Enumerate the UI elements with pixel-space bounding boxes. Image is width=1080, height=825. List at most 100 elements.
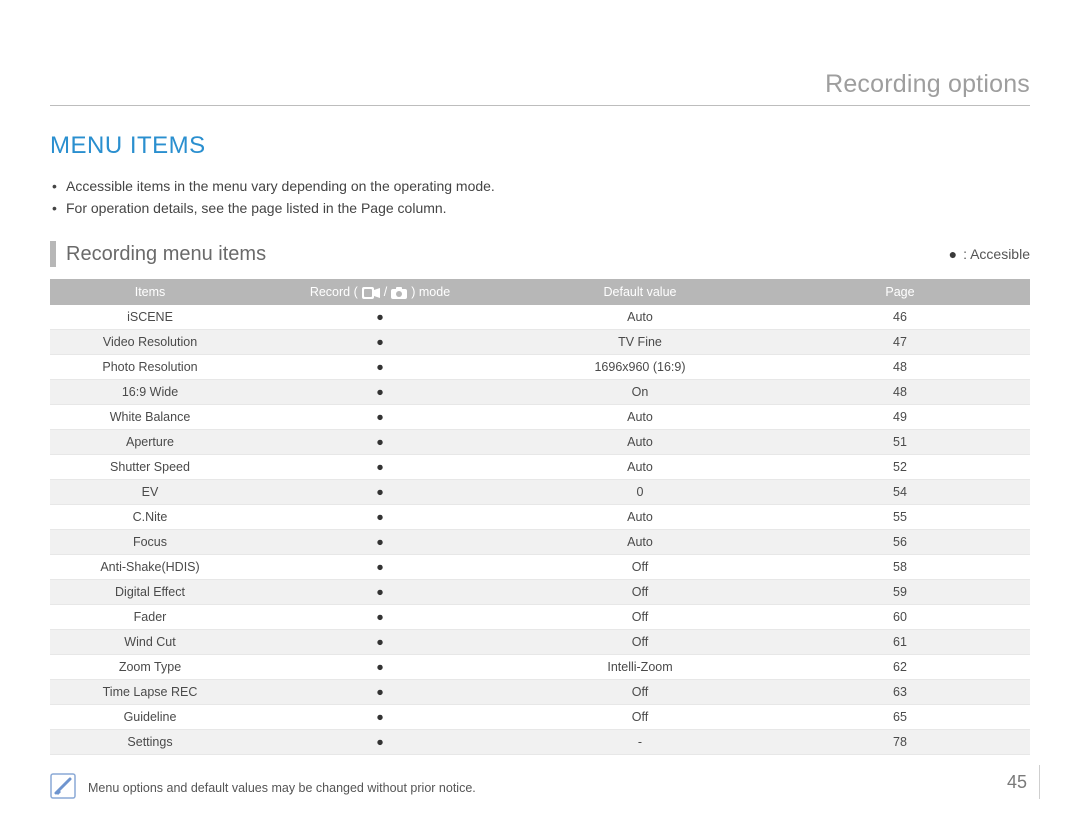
cell-mode: ● [250, 330, 510, 355]
legend-label: : Accesible [963, 246, 1030, 262]
cell-mode: ● [250, 480, 510, 505]
cell-default: TV Fine [510, 330, 770, 355]
cell-default: 1696x960 (16:9) [510, 355, 770, 380]
table-row: Settings●-78 [50, 730, 1030, 755]
cell-item: Zoom Type [50, 655, 250, 680]
cell-default: Auto [510, 305, 770, 330]
cell-mode: ● [250, 730, 510, 755]
table-row: iSCENE●Auto46 [50, 305, 1030, 330]
table-row: 16:9 Wide●On48 [50, 380, 1030, 405]
cell-default: Auto [510, 505, 770, 530]
th-items: Items [50, 279, 250, 305]
cell-page: 55 [770, 505, 1030, 530]
cell-default: Auto [510, 455, 770, 480]
legend-dot-icon: ● [949, 246, 957, 262]
table-row: White Balance●Auto49 [50, 405, 1030, 430]
table-body: iSCENE●Auto46Video Resolution●TV Fine47P… [50, 305, 1030, 755]
cell-default: - [510, 730, 770, 755]
cell-page: 61 [770, 630, 1030, 655]
cell-item: Focus [50, 530, 250, 555]
page-number-wrap: 45 [1007, 765, 1040, 799]
cell-mode: ● [250, 705, 510, 730]
intro-list: Accessible items in the menu vary depend… [50, 176, 1030, 219]
th-mode-prefix: Record ( [310, 285, 358, 299]
cell-mode: ● [250, 380, 510, 405]
cell-item: Photo Resolution [50, 355, 250, 380]
cell-item: C.Nite [50, 505, 250, 530]
cell-page: 46 [770, 305, 1030, 330]
cell-default: Off [510, 630, 770, 655]
intro-bullet: Accessible items in the menu vary depend… [52, 176, 1030, 198]
cell-default: Off [510, 555, 770, 580]
cell-default: Off [510, 705, 770, 730]
table-row: EV●054 [50, 480, 1030, 505]
document-page: Recording options MENU ITEMS Accessible … [0, 0, 1080, 825]
table-row: Video Resolution●TV Fine47 [50, 330, 1030, 355]
cell-page: 49 [770, 405, 1030, 430]
cell-item: Fader [50, 605, 250, 630]
page-number: 45 [1007, 772, 1027, 793]
cell-mode: ● [250, 630, 510, 655]
cell-page: 54 [770, 480, 1030, 505]
cell-item: Shutter Speed [50, 455, 250, 480]
cell-item: Guideline [50, 705, 250, 730]
cell-mode: ● [250, 455, 510, 480]
cell-mode: ● [250, 430, 510, 455]
cell-page: 51 [770, 430, 1030, 455]
cell-item: EV [50, 480, 250, 505]
cell-item: Digital Effect [50, 580, 250, 605]
title-divider [50, 105, 1030, 106]
menu-items-table: Items Record ( / ) mode Default [50, 279, 1030, 755]
cell-mode: ● [250, 505, 510, 530]
table-row: Anti-Shake(HDIS)●Off58 [50, 555, 1030, 580]
subheading-bar-icon [50, 241, 56, 267]
table-row: Shutter Speed●Auto52 [50, 455, 1030, 480]
subheading-text: Recording menu items [66, 243, 266, 266]
cell-mode: ● [250, 580, 510, 605]
cell-page: 63 [770, 680, 1030, 705]
cell-default: Intelli-Zoom [510, 655, 770, 680]
cell-default: On [510, 380, 770, 405]
cell-page: 65 [770, 705, 1030, 730]
cell-default: Auto [510, 405, 770, 430]
table-row: Fader●Off60 [50, 605, 1030, 630]
cell-item: 16:9 Wide [50, 380, 250, 405]
cell-page: 48 [770, 355, 1030, 380]
cell-default: Off [510, 680, 770, 705]
cell-page: 58 [770, 555, 1030, 580]
cell-item: White Balance [50, 405, 250, 430]
note-icon [50, 773, 76, 802]
cell-default: Auto [510, 430, 770, 455]
cell-default: Auto [510, 530, 770, 555]
cell-mode: ● [250, 655, 510, 680]
cell-mode: ● [250, 680, 510, 705]
cell-page: 56 [770, 530, 1030, 555]
cell-mode: ● [250, 555, 510, 580]
table-row: C.Nite●Auto55 [50, 505, 1030, 530]
cell-page: 59 [770, 580, 1030, 605]
cell-item: Aperture [50, 430, 250, 455]
table-row: Focus●Auto56 [50, 530, 1030, 555]
cell-default: Off [510, 605, 770, 630]
th-default: Default value [510, 279, 770, 305]
cell-mode: ● [250, 405, 510, 430]
table-row: Guideline●Off65 [50, 705, 1030, 730]
table-header-row: Items Record ( / ) mode Default [50, 279, 1030, 305]
page-number-rule-icon [1039, 765, 1040, 799]
footnote-text: Menu options and default values may be c… [88, 781, 476, 795]
table-row: Time Lapse REC●Off63 [50, 680, 1030, 705]
table-row: Photo Resolution●1696x960 (16:9)48 [50, 355, 1030, 380]
th-mode-suffix: ) mode [411, 285, 450, 299]
th-page: Page [770, 279, 1030, 305]
intro-bullet: For operation details, see the page list… [52, 198, 1030, 220]
table-row: Digital Effect●Off59 [50, 580, 1030, 605]
cell-page: 47 [770, 330, 1030, 355]
table-row: Aperture●Auto51 [50, 430, 1030, 455]
video-mode-icon [362, 285, 380, 299]
cell-page: 62 [770, 655, 1030, 680]
chapter-title: Recording options [50, 70, 1030, 99]
cell-item: Wind Cut [50, 630, 250, 655]
cell-mode: ● [250, 605, 510, 630]
cell-page: 52 [770, 455, 1030, 480]
cell-item: Time Lapse REC [50, 680, 250, 705]
